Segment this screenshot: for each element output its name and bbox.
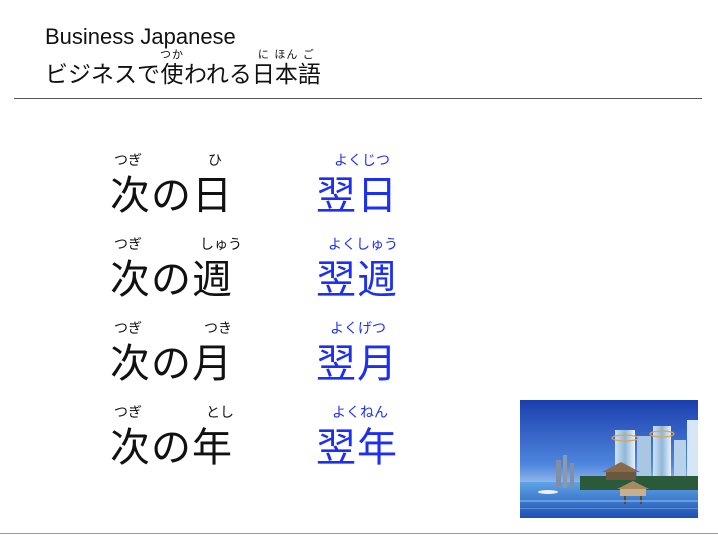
vocab-row: つぎ ひ 次の日 よくじつ 翌日 bbox=[0, 152, 718, 232]
phrase-blue: 翌月 bbox=[316, 341, 398, 387]
ruby-tsugi: つぎ bbox=[114, 321, 142, 337]
city-waterfront-photo bbox=[520, 400, 698, 518]
slide: Business Japanese ビジネスで つか 使 われる に ほん ご … bbox=[0, 0, 718, 538]
ruby-yokujitsu: よくじつ bbox=[334, 153, 390, 169]
title-jp-pre: ビジネスで bbox=[45, 62, 160, 88]
ruby-tsuki: つき bbox=[204, 321, 232, 337]
ruby-tsugi: つぎ bbox=[114, 405, 142, 421]
kanji-tsuka: 使 bbox=[160, 62, 184, 88]
header-divider bbox=[14, 98, 702, 99]
ruby-tsugi: つぎ bbox=[114, 153, 142, 169]
title-japanese: ビジネスで つか 使 われる に ほん ご 日本語 bbox=[45, 48, 321, 89]
title-jp-mid: われる bbox=[184, 62, 252, 88]
title-english: Business Japanese bbox=[45, 24, 236, 49]
ruby-toshi: とし bbox=[206, 405, 234, 421]
ruby-yokugetsu: よくげつ bbox=[330, 321, 386, 337]
title-ruby-nihongo: に ほん ご 日本語 bbox=[252, 48, 321, 89]
phrase-black: 次の月 bbox=[110, 341, 233, 387]
kanji-nihongo: 日本語 bbox=[251, 62, 321, 88]
phrase-blue: 翌年 bbox=[316, 425, 398, 471]
title-ruby-tsukau: つか 使 bbox=[160, 48, 184, 89]
ruby-tsugi: つぎ bbox=[114, 237, 142, 253]
ruby-hi: ひ bbox=[208, 153, 222, 169]
phrase-blue: 翌日 bbox=[316, 173, 398, 219]
ruby-yokushuu: よくしゅう bbox=[328, 237, 398, 253]
phrase-black: 次の週 bbox=[110, 257, 233, 303]
footer-divider bbox=[0, 533, 718, 534]
vocab-row: つぎ つき 次の月 よくげつ 翌月 bbox=[0, 320, 718, 400]
phrase-blue: 翌週 bbox=[316, 257, 398, 303]
phrase-black: 次の日 bbox=[110, 173, 233, 219]
ruby-shuu: しゅう bbox=[200, 237, 242, 253]
ruby-tsuka: つか bbox=[160, 48, 184, 61]
ruby-nihongo: に ほん ご bbox=[257, 48, 315, 61]
phrase-black: 次の年 bbox=[110, 425, 233, 471]
vocab-row: つぎ しゅう 次の週 よくしゅう 翌週 bbox=[0, 236, 718, 316]
ruby-yokunen: よくねん bbox=[332, 405, 388, 421]
